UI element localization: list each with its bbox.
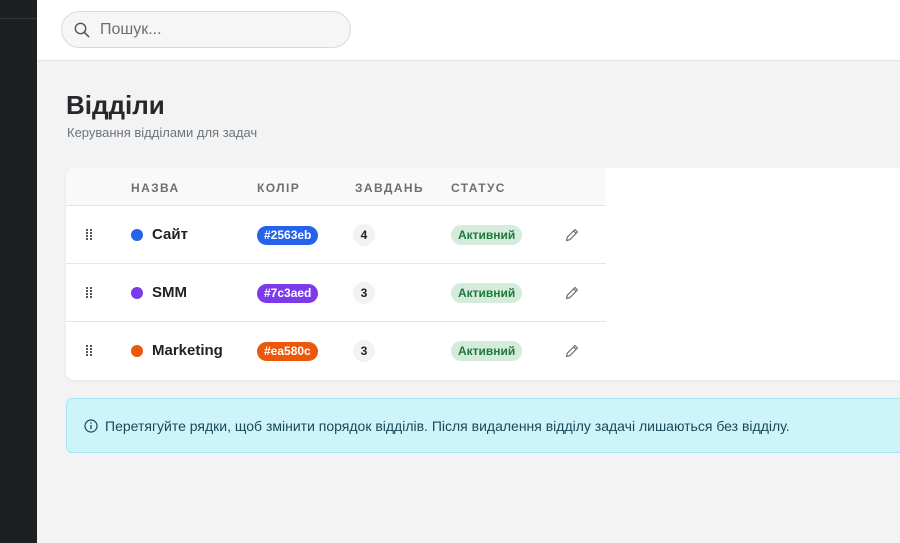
- pencil-icon[interactable]: [564, 343, 580, 359]
- table-row[interactable]: Marketing #ea580c 3 Активний: [66, 322, 606, 380]
- status-badge: Активний: [451, 341, 523, 361]
- color-dot: [131, 229, 143, 241]
- sidebar: [0, 0, 37, 543]
- table-row[interactable]: Сайт #2563eb 4 Активний: [66, 206, 606, 264]
- color-dot: [131, 287, 143, 299]
- column-header-name[interactable]: НАЗВА: [131, 181, 180, 195]
- task-count: 4: [353, 224, 375, 246]
- color-badge: #2563eb: [257, 226, 319, 245]
- department-name: Marketing: [152, 342, 223, 359]
- pencil-icon[interactable]: [564, 285, 580, 301]
- topbar: [37, 0, 900, 61]
- table-header: НАЗВА КОЛІР ЗАВДАНЬ СТАТУС: [66, 168, 606, 206]
- status-badge: Активний: [451, 225, 523, 245]
- search-icon: [74, 22, 90, 37]
- column-header-color[interactable]: КОЛІР: [257, 181, 300, 195]
- info-circle-icon: [84, 419, 98, 433]
- drag-handle-icon[interactable]: [86, 287, 92, 299]
- table-row[interactable]: SMM #7c3aed 3 Активний: [66, 264, 606, 322]
- department-name: SMM: [152, 284, 187, 301]
- column-header-status[interactable]: СТАТУС: [451, 181, 506, 195]
- color-badge: #7c3aed: [257, 284, 319, 303]
- pencil-icon[interactable]: [564, 227, 580, 243]
- page-title: Відділи: [66, 90, 165, 120]
- column-header-tasks[interactable]: ЗАВДАНЬ: [355, 181, 424, 195]
- task-count: 3: [353, 282, 375, 304]
- sidebar-divider: [0, 18, 37, 19]
- department-name: Сайт: [152, 226, 188, 243]
- search-box[interactable]: [61, 11, 351, 48]
- task-count: 3: [353, 340, 375, 362]
- drag-handle-icon[interactable]: [86, 345, 92, 357]
- info-alert: Перетягуйте рядки, щоб змінити порядок в…: [66, 398, 900, 453]
- info-text: Перетягуйте рядки, щоб змінити порядок в…: [105, 418, 790, 434]
- color-dot: [131, 345, 143, 357]
- drag-handle-icon[interactable]: [86, 229, 92, 241]
- status-badge: Активний: [451, 283, 523, 303]
- color-badge: #ea580c: [257, 342, 318, 361]
- page-subtitle: Керування відділами для задач: [67, 125, 258, 140]
- search-input[interactable]: [100, 20, 320, 39]
- departments-table: НАЗВА КОЛІР ЗАВДАНЬ СТАТУС Сайт #2563eb …: [66, 168, 900, 380]
